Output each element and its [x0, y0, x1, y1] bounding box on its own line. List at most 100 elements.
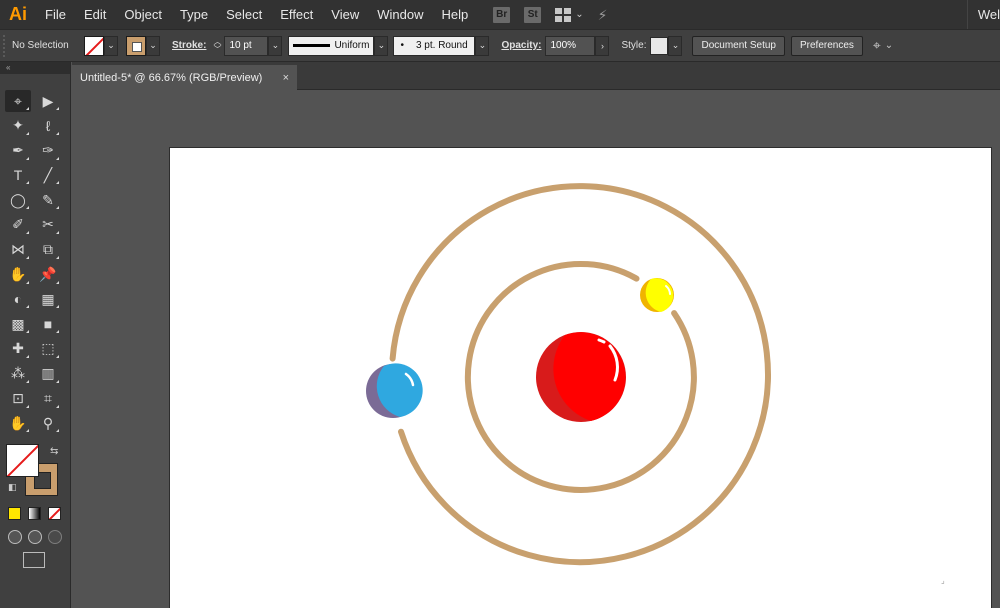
- document-tab[interactable]: Untitled-5* @ 66.67% (RGB/Preview) ×: [72, 65, 297, 90]
- sun[interactable]: [536, 332, 626, 422]
- blend-tool[interactable]: ⬚: [35, 338, 61, 360]
- menu-type[interactable]: Type: [171, 0, 217, 29]
- mesh-tool[interactable]: ▩: [5, 313, 31, 335]
- type-tool[interactable]: T: [5, 164, 31, 186]
- variable-width-profile[interactable]: Uniform: [288, 35, 375, 56]
- hand-tool[interactable]: ✋: [5, 412, 31, 434]
- menu-effect[interactable]: Effect: [271, 0, 322, 29]
- zoom-tool[interactable]: ⚲: [35, 412, 61, 434]
- menu-object[interactable]: Object: [115, 0, 171, 29]
- curvature-icon: ✑: [42, 142, 54, 159]
- stroke-weight-dropdown[interactable]: ⌄: [268, 35, 283, 56]
- style-label: Style:: [621, 40, 647, 51]
- control-bar: No Selection ⌄ ⌄ Stroke: ︿ ﹀ 10 pt ⌄ Unif…: [0, 29, 1000, 62]
- menu-edit[interactable]: Edit: [75, 0, 115, 29]
- document-setup-button[interactable]: Document Setup: [692, 35, 785, 56]
- perspective-grid-icon: ▦: [41, 290, 55, 307]
- eyedropper-tool[interactable]: ✚: [5, 338, 31, 360]
- stroke-weight-input[interactable]: 10 pt: [224, 35, 269, 56]
- opacity-slider-toggle[interactable]: ›: [595, 35, 610, 56]
- scale-icon: ⧉: [43, 241, 53, 258]
- slice-tool[interactable]: ⌗: [35, 388, 61, 410]
- default-fill-stroke-icon[interactable]: ◧: [8, 482, 17, 493]
- brush-definition[interactable]: • 3 pt. Round: [393, 35, 476, 56]
- swap-fill-stroke-icon[interactable]: ⇆: [50, 446, 58, 457]
- warp-tool[interactable]: ✋: [5, 264, 31, 286]
- chevron-down-icon[interactable]: ⌄: [885, 40, 893, 51]
- ellipse-icon: ◯: [10, 191, 26, 208]
- paintbrush-icon: ✎: [42, 191, 54, 208]
- reflect-icon: ⋈: [11, 241, 25, 258]
- opacity-input[interactable]: 100%: [545, 35, 596, 56]
- canvas-area[interactable]: ⌟: [72, 91, 1000, 608]
- stock-icon[interactable]: St: [524, 6, 542, 23]
- stroke-color-dropdown[interactable]: ⌄: [146, 35, 160, 56]
- gpu-performance-icon[interactable]: ⚡: [598, 7, 618, 23]
- eyedropper-icon: ✚: [12, 340, 24, 357]
- stroke-swatch[interactable]: [126, 35, 146, 56]
- paintbrush-tool[interactable]: ✎: [35, 189, 61, 211]
- symbol-sprayer-tool[interactable]: ⁂: [5, 363, 31, 385]
- line-segment-tool[interactable]: ╱: [35, 164, 61, 186]
- pen-tool[interactable]: ✒: [5, 140, 31, 162]
- color-mode-button[interactable]: [8, 507, 21, 520]
- curvature-tool[interactable]: ✑: [35, 140, 61, 162]
- gradient-tool[interactable]: ■: [35, 313, 61, 335]
- blue-planet[interactable]: [366, 363, 423, 418]
- profile-label: Uniform: [334, 40, 370, 51]
- gradient-mode-button[interactable]: [28, 507, 41, 520]
- chevron-down-icon[interactable]: ⌄: [575, 9, 583, 20]
- reflect-tool[interactable]: ⋈: [5, 239, 31, 261]
- tools-panel: « ⌖ ▶ ✦ ℓ ✒ ✑ T ╱ ◯ ✎ ✐ ✂ ⋈ ⧉ ✋ 📌 ◐ ▦ ▩ ■ ✚ ⬚ ⁂ ▥ ⊡ ⌗ ✋ ⚲ ⇆ ◧: [0, 62, 71, 608]
- panel-grip[interactable]: [3, 34, 7, 57]
- menu-select[interactable]: Select: [217, 0, 271, 29]
- scissors-tool[interactable]: ✂: [35, 214, 61, 236]
- menu-view[interactable]: View: [322, 0, 368, 29]
- symbol-sprayer-icon: ⁂: [11, 365, 25, 382]
- menu-help[interactable]: Help: [432, 0, 477, 29]
- fill-swatch[interactable]: [84, 35, 104, 56]
- draw-behind-icon[interactable]: [28, 530, 42, 544]
- style-dropdown[interactable]: ⌄: [668, 35, 683, 56]
- collapse-panel-icon[interactable]: «: [0, 62, 70, 74]
- scale-tool[interactable]: ⧉: [35, 239, 61, 261]
- screen-mode-icon[interactable]: [23, 552, 45, 568]
- bridge-icon[interactable]: Br: [493, 6, 511, 23]
- yellow-planet[interactable]: [640, 278, 674, 312]
- profile-dropdown[interactable]: ⌄: [374, 35, 389, 56]
- column-graph-tool[interactable]: ▥: [35, 363, 61, 385]
- brush-dropdown[interactable]: ⌄: [475, 35, 490, 56]
- lasso-tool[interactable]: ℓ: [35, 115, 61, 137]
- close-icon[interactable]: ×: [283, 72, 289, 84]
- stroke-label[interactable]: Stroke:: [172, 40, 206, 51]
- menu-file[interactable]: File: [36, 0, 75, 29]
- arrange-documents-icon[interactable]: [555, 7, 572, 22]
- puppet-warp-tool[interactable]: 📌: [35, 264, 61, 286]
- draw-normal-icon[interactable]: [8, 530, 22, 544]
- magic-wand-tool[interactable]: ✦: [5, 115, 31, 137]
- fill-dropdown[interactable]: ⌄: [104, 35, 118, 56]
- shape-builder-tool[interactable]: ◐: [5, 288, 31, 310]
- opacity-label[interactable]: Opacity:: [501, 40, 541, 51]
- artboard[interactable]: ⌟: [169, 147, 992, 608]
- blend-icon: ⬚: [41, 340, 55, 357]
- direct-selection-tool[interactable]: ▶: [35, 90, 61, 112]
- zoom-icon: ⚲: [42, 414, 54, 431]
- line-segment-icon: ╱: [43, 166, 53, 183]
- shaper-tool[interactable]: ✐: [5, 214, 31, 236]
- align-options-icon[interactable]: ⌖: [873, 37, 881, 54]
- none-mode-button[interactable]: [48, 507, 61, 520]
- workspace-switcher[interactable]: Wel: [966, 0, 1000, 29]
- artboard-tool[interactable]: ⊡: [5, 388, 31, 410]
- preferences-button[interactable]: Preferences: [790, 35, 863, 56]
- draw-inside-icon[interactable]: [48, 530, 62, 544]
- fill-color-box[interactable]: [6, 444, 39, 477]
- graphic-style-swatch[interactable]: [650, 36, 669, 55]
- menu-window[interactable]: Window: [368, 0, 432, 29]
- perspective-grid-tool[interactable]: ▦: [35, 288, 61, 310]
- artwork: [366, 183, 771, 566]
- menu-bar: Ai File Edit Object Type Select Effect V…: [0, 0, 1000, 29]
- ellipse-tool[interactable]: ◯: [5, 189, 31, 211]
- selection-tool[interactable]: ⌖: [5, 90, 31, 112]
- stroke-weight-stepper[interactable]: ︿ ﹀: [210, 36, 224, 56]
